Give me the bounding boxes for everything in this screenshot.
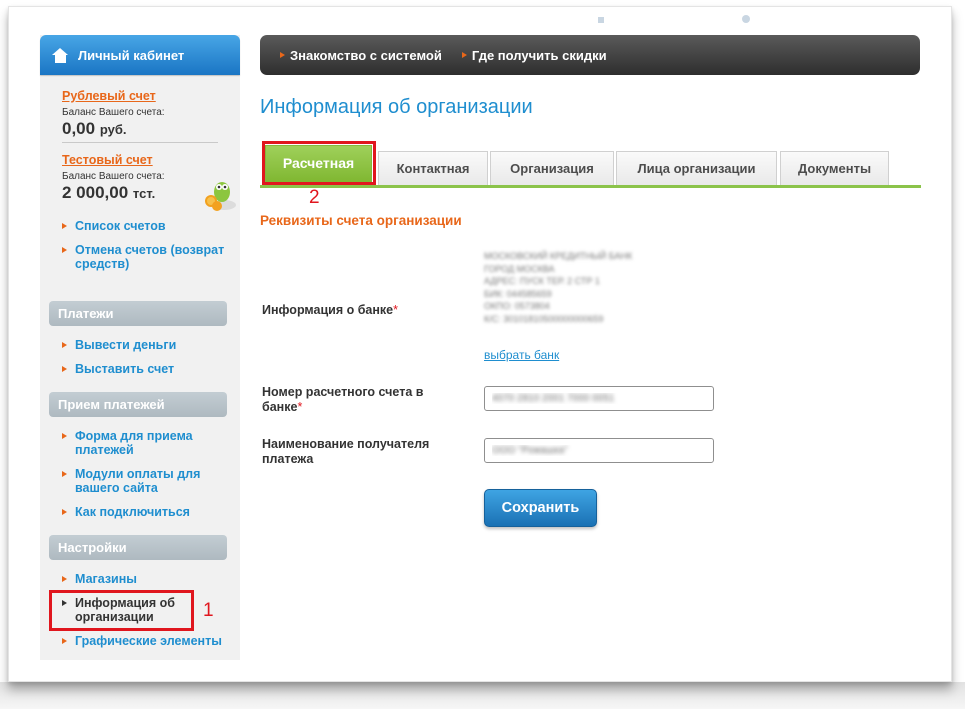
required-mark: * [297, 400, 303, 414]
bank-info-label: Информация о банке* [262, 303, 398, 317]
bank-info-line: АДРЕС: ПУСК ТЕР. 2 СТР 1 [484, 276, 600, 286]
sidebar-item-accounts-list[interactable]: Список счетов [62, 219, 240, 233]
page-bottom-shadow [0, 682, 965, 709]
recipient-name-field[interactable] [484, 438, 714, 463]
section-title: Реквизиты счета организации [260, 213, 462, 228]
account-test: Тестовый счет Баланс Вашего счета: 2 000… [62, 153, 236, 211]
balance-amount: 2 000,00 [62, 183, 129, 202]
cabinet-header[interactable]: Личный кабинет [40, 35, 240, 75]
balance-value: 0,00 руб. [62, 119, 218, 139]
balance-currency: руб. [99, 122, 127, 137]
sidebar-item-payment-form[interactable]: Форма для приема платежей [62, 429, 202, 457]
sidebar-item-withdraw[interactable]: Вывести деньги [62, 338, 176, 352]
bank-info-line: МОСКОВСКИЙ КРЕДИТНЫЙ БАНК [484, 251, 633, 261]
highlight-box-1 [49, 590, 194, 631]
tab-documents[interactable]: Документы [780, 151, 889, 185]
annotation-1: 1 [203, 600, 214, 621]
cabinet-header-label: Личный кабинет [78, 47, 185, 63]
section-header-payments: Платежи [49, 301, 227, 326]
sidebar-item-issue-invoice[interactable]: Выставить счет [62, 362, 176, 376]
balance-label: Баланс Вашего счета: [62, 171, 165, 182]
home-icon [52, 47, 69, 63]
account-number-field[interactable] [484, 386, 714, 411]
balance-currency: тст. [132, 186, 156, 201]
section-header-receive: Прием платежей [49, 392, 227, 417]
choose-bank-link[interactable]: выбрать банк [484, 348, 559, 362]
tabs-underline [260, 185, 921, 188]
topnav-intro-link[interactable]: Знакомство с системой [280, 48, 442, 63]
top-nav-bar: Знакомство с системой Где получить скидк… [260, 35, 920, 75]
page-title: Информация об организации [260, 96, 533, 118]
balance-amount: 0,00 [62, 119, 96, 138]
sidebar-item-graphics[interactable]: Графические элементы [62, 634, 222, 648]
account-rub: Рублевый счет Баланс Вашего счета: 0,00 … [62, 89, 218, 143]
annotation-2: 2 [309, 187, 320, 208]
owl-coins-icon [205, 182, 236, 211]
tab-org-persons[interactable]: Лица организации [616, 151, 777, 185]
bank-info-line: БИК: 044585659 [484, 288, 552, 299]
sidebar-item-shops[interactable]: Магазины [62, 572, 222, 586]
account-number-label: Номер расчетного счета в банке* [262, 385, 424, 414]
tab-contact[interactable]: Контактная [378, 151, 488, 185]
bank-info-line: ОКПО: 0573804 [484, 301, 550, 311]
save-button[interactable]: Сохранить [484, 489, 597, 527]
bank-info-line: ГОРОД МОСКВА [484, 263, 555, 274]
sidebar-item-cancel-invoices[interactable]: Отмена счетов (возврат средств) [62, 243, 240, 271]
account-test-link[interactable]: Тестовый счет [62, 153, 218, 167]
section-header-settings: Настройки [49, 535, 227, 560]
recipient-name-label: Наименование получателя платежа [262, 437, 430, 466]
topnav-discounts-link[interactable]: Где получить скидки [461, 48, 607, 63]
divider [62, 142, 218, 143]
bank-info-block: МОСКОВСКИЙ КРЕДИТНЫЙ БАНК ГОРОД МОСКВА А… [484, 250, 699, 325]
sidebar: Личный кабинет Рублевый счет Баланс Ваше… [40, 35, 240, 660]
sidebar-item-payment-modules[interactable]: Модули оплаты для вашего сайта [62, 467, 212, 495]
required-mark: * [393, 303, 398, 317]
tab-organization[interactable]: Организация [490, 151, 614, 185]
sidebar-item-how-to-connect[interactable]: Как подключиться [62, 505, 230, 519]
balance-value: 2 000,00 тст. [62, 183, 218, 203]
decorative-fragments [598, 15, 750, 23]
bank-info-line: К/С: 30101810500000000659 [484, 313, 604, 324]
highlight-box-2 [262, 141, 376, 185]
account-rub-link[interactable]: Рублевый счет [62, 89, 218, 103]
balance-label: Баланс Вашего счета: [62, 107, 165, 118]
